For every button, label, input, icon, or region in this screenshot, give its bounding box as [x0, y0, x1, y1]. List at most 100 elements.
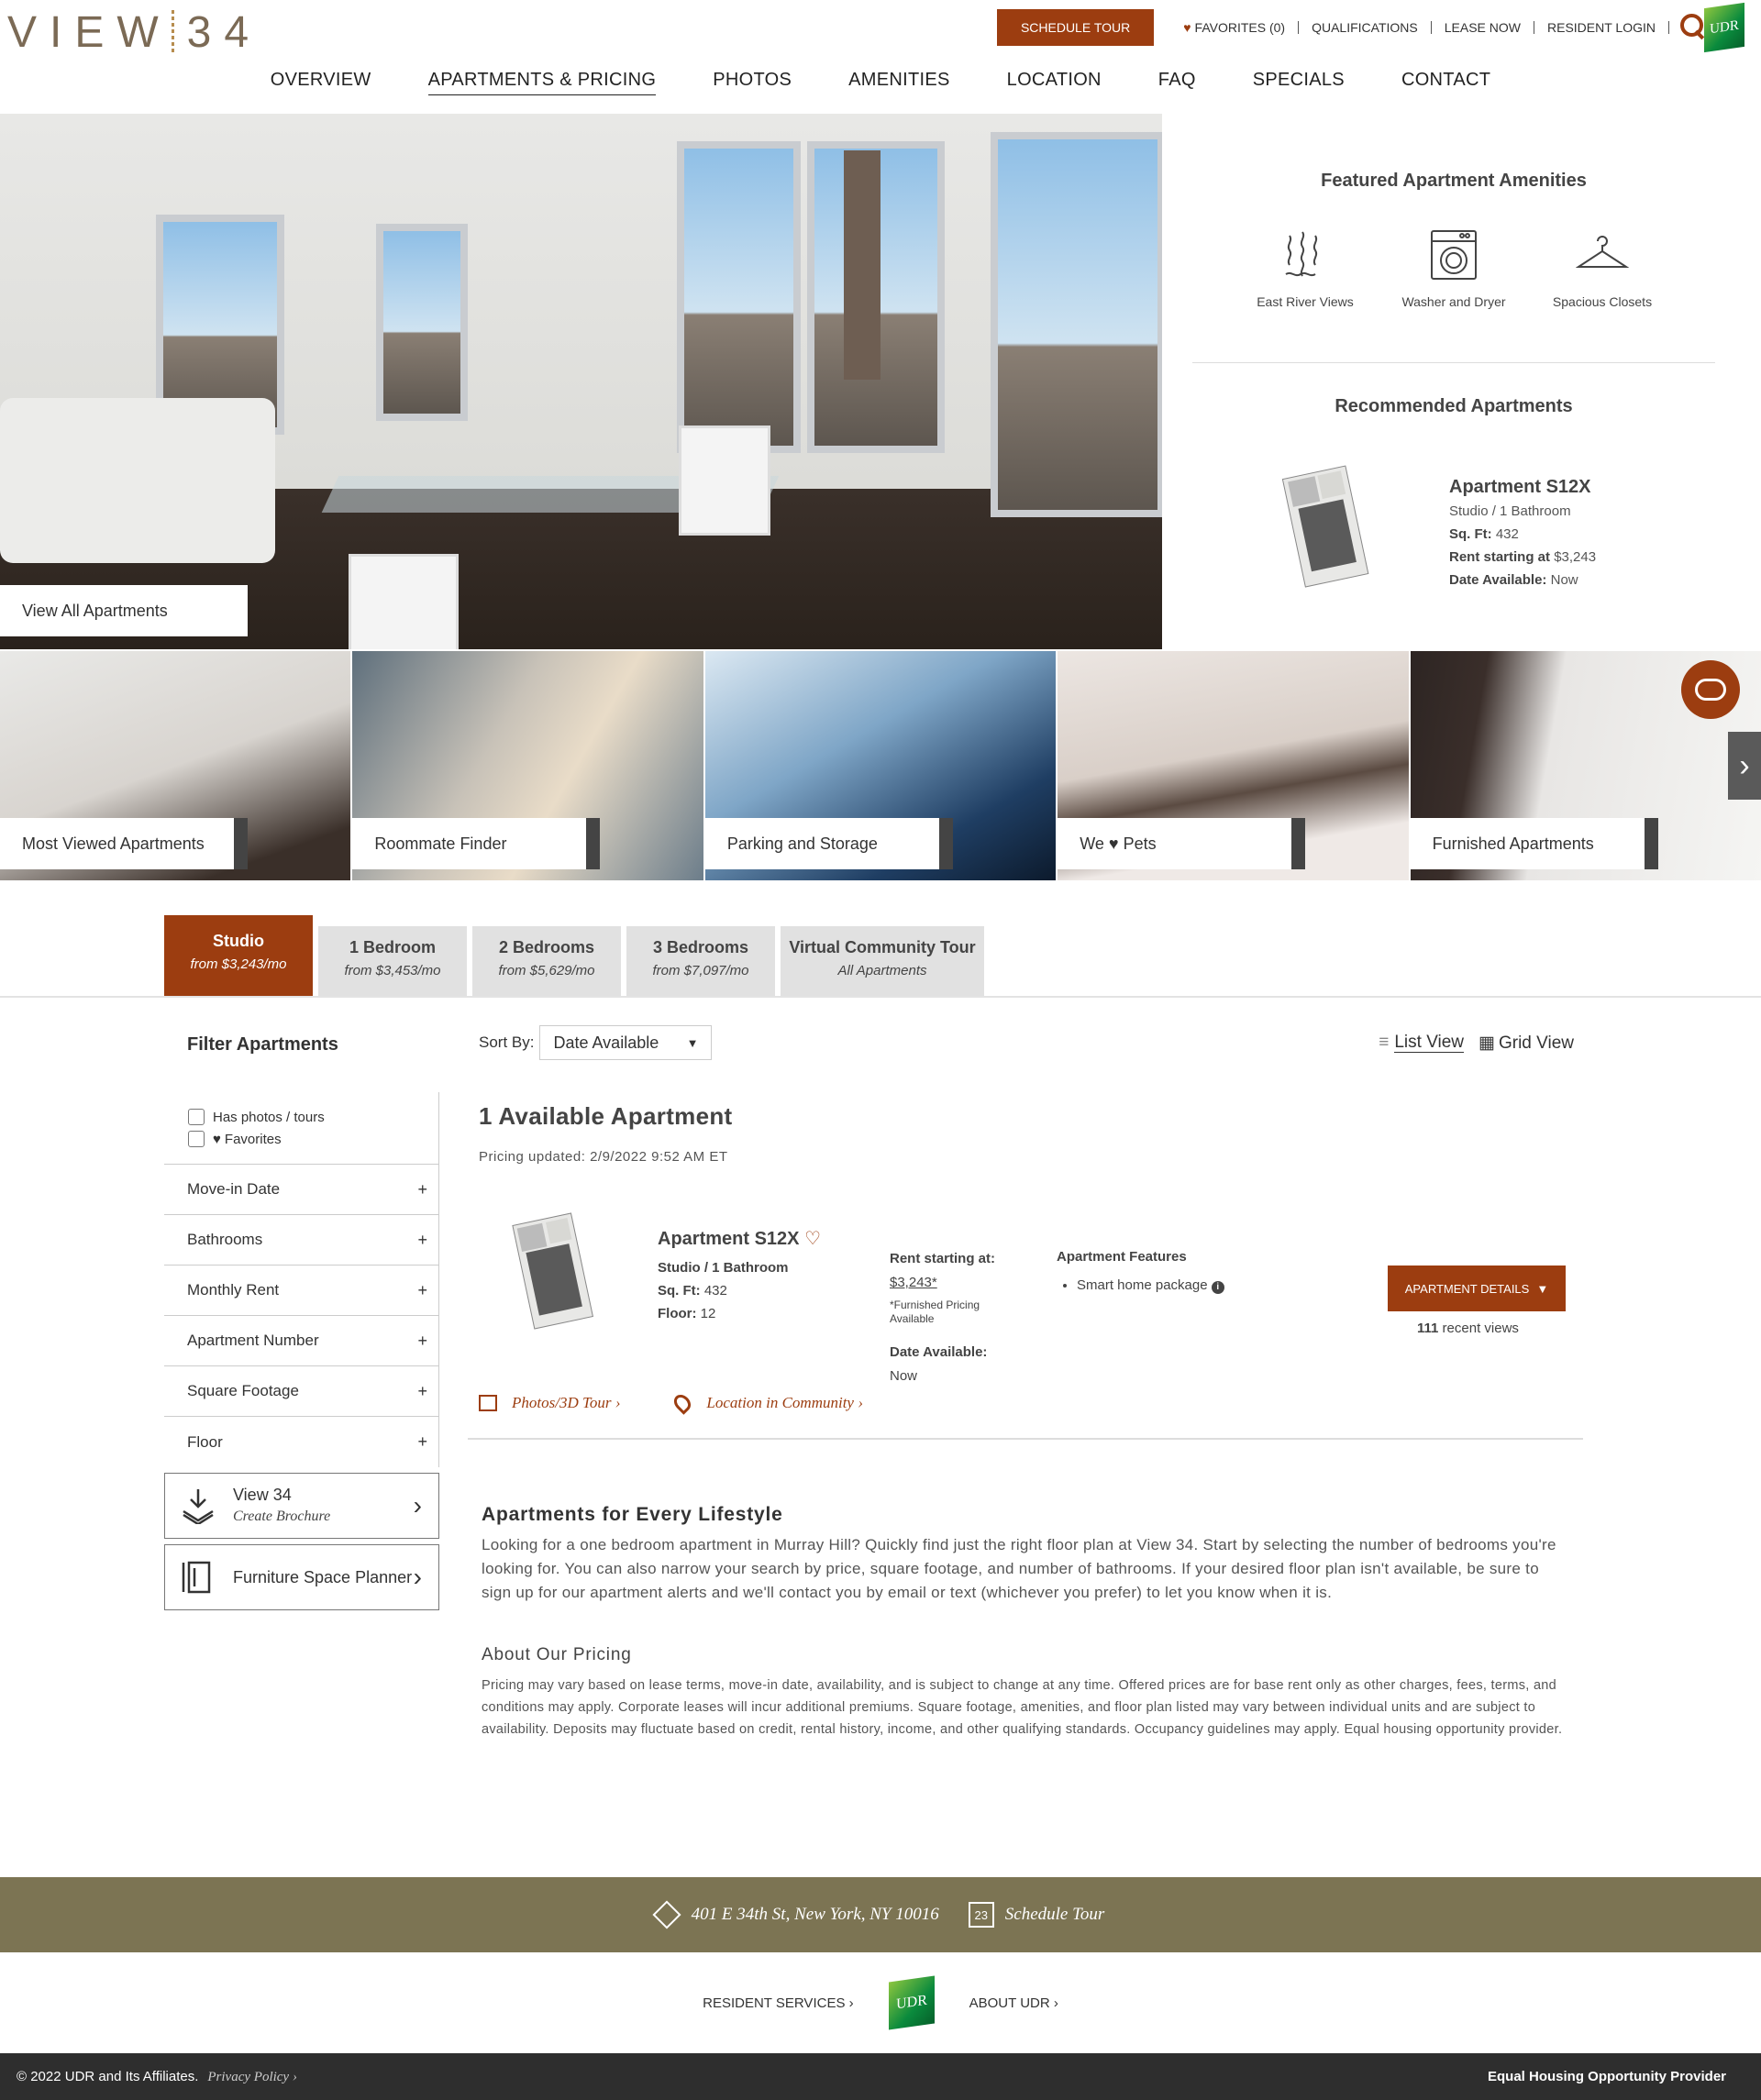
photos-checkbox-row[interactable]: Has photos / tours [188, 1109, 438, 1125]
udr-logo[interactable]: UDR [1704, 2, 1744, 53]
favorites-checkbox-row[interactable]: ♥ Favorites [188, 1131, 438, 1147]
apartment-name[interactable]: Apartment S12X ♡ [658, 1227, 821, 1250]
filter-checkboxes: Has photos / tours ♥ Favorites [164, 1092, 438, 1165]
chat-button[interactable] [1681, 660, 1740, 719]
details-label: APARTMENT DETAILS [1404, 1281, 1530, 1296]
tab-studio[interactable]: Studio from $3,243/mo [164, 915, 313, 996]
apartment-details-button[interactable]: APARTMENT DETAILS ▼ [1388, 1266, 1566, 1311]
nav-contact[interactable]: CONTACT [1401, 70, 1490, 95]
plus-icon: + [417, 1179, 427, 1199]
info-icon[interactable]: i [1211, 1281, 1224, 1294]
date-value: Now [890, 1368, 918, 1384]
tab-title: Virtual Community Tour [789, 938, 976, 956]
amenity-item: Washer and Dryer [1379, 228, 1528, 309]
sqft-label: Sq. Ft: [1449, 526, 1492, 542]
hero-chair [349, 554, 459, 649]
footer-udr-logo[interactable]: UDR [888, 1975, 935, 2030]
apartment-row: Apartment S12X ♡ Studio / 1 Bathroom Sq.… [468, 1192, 1583, 1440]
tab-3-bedrooms[interactable]: 3 Bedrooms from $7,097/mo [626, 926, 775, 996]
tab-price: All Apartments [837, 963, 927, 978]
plus-icon: + [417, 1331, 427, 1350]
tab-2-bedrooms[interactable]: 2 Bedrooms from $5,629/mo [472, 926, 621, 996]
nav-photos[interactable]: PHOTOS [713, 70, 792, 95]
schedule-tour-button[interactable]: SCHEDULE TOUR [996, 9, 1155, 46]
location-link[interactable]: Location in Community › [670, 1391, 863, 1415]
logo-divider [171, 10, 174, 54]
tab-virtual-tour[interactable]: Virtual Community Tour All Apartments [781, 926, 984, 996]
nav-overview[interactable]: OVERVIEW [271, 70, 371, 95]
favorites-checkbox[interactable] [188, 1131, 205, 1147]
schedule-text: Schedule Tour [1004, 1905, 1105, 1924]
heart-outline-icon[interactable]: ♡ [804, 1229, 821, 1249]
rent-value[interactable]: $3,243* [890, 1273, 1009, 1293]
download-tray-icon [183, 1489, 214, 1524]
rent-block: Rent starting at: $3,243* *Furnished Pri… [890, 1249, 1009, 1387]
chevron-right-icon: › [413, 1491, 422, 1520]
recommended-type: Studio / 1 Bathroom [1449, 503, 1571, 519]
nav-specials[interactable]: SPECIALS [1253, 70, 1345, 95]
resident-services-link[interactable]: RESIDENT SERVICES › [703, 1995, 854, 2011]
qualifications-link[interactable]: QUALIFICATIONS [1299, 21, 1432, 34]
floor-label: Floor: [658, 1306, 697, 1321]
filter-label: Apartment Number [187, 1332, 319, 1349]
recommended-apartment-card[interactable]: Apartment S12X Studio / 1 Bathroom Sq. F… [1192, 461, 1715, 591]
filter-floor[interactable]: Floor + [164, 1417, 438, 1467]
copyright: © 2022 UDR and Its Affiliates. Privacy Po… [17, 2069, 297, 2085]
tile-most-viewed[interactable]: Most Viewed Apartments [0, 651, 351, 880]
view-all-apartments-button[interactable]: View All Apartments [0, 585, 248, 636]
photos-checkbox[interactable] [188, 1109, 205, 1125]
recommended-sqft: Sq. Ft: 432 [1449, 523, 1596, 546]
resident-login-link[interactable]: RESIDENT LOGIN [1534, 21, 1669, 34]
plus-icon: + [417, 1381, 427, 1400]
floorplan-thumbnail[interactable] [504, 1210, 605, 1330]
tile-roommate-finder[interactable]: Roommate Finder [352, 651, 703, 880]
filter-monthly-rent[interactable]: Monthly Rent + [164, 1266, 438, 1316]
filter-move-in-date[interactable]: Move-in Date + [164, 1165, 438, 1215]
view34-logo[interactable]: VIEW 34 [7, 8, 261, 57]
list-view-toggle[interactable]: ≡ List View [1379, 1033, 1465, 1054]
recommended-rent: Rent starting at $3,243 [1449, 546, 1596, 569]
lease-now-link[interactable]: LEASE NOW [1432, 21, 1534, 34]
panel-divider [1192, 362, 1715, 363]
tile-label: Most Viewed Apartments [0, 818, 248, 869]
tab-1-bedroom[interactable]: 1 Bedroom from $3,453/mo [318, 926, 467, 996]
sort-select[interactable]: Date Available ▼ [539, 1025, 713, 1060]
tile-pets[interactable]: We ♥ Pets [1058, 651, 1409, 880]
hero-skyscraper [844, 150, 880, 380]
amenity-list: East River Views Washer and Dryer Spacio… [1192, 228, 1715, 309]
nav-location[interactable]: LOCATION [1007, 70, 1102, 95]
search-icon[interactable] [1677, 12, 1708, 43]
equal-housing-text: Equal Housing Opportunity Provider [1487, 2069, 1726, 2084]
filter-square-footage[interactable]: Square Footage + [164, 1366, 438, 1417]
feature-tiles: Most Viewed Apartments Roommate Finder P… [0, 651, 1761, 880]
sqft-value: 432 [1495, 526, 1519, 542]
photos-tour-link[interactable]: Photos/3D Tour › [479, 1394, 620, 1412]
tab-title: 2 Bedrooms [498, 938, 595, 956]
recommended-name[interactable]: Apartment S12X [1449, 474, 1596, 500]
date-label: Date Available: [1449, 572, 1547, 588]
lifestyle-heading: Apartments for Every Lifestyle [482, 1504, 783, 1525]
nav-apartments-pricing[interactable]: APARTMENTS & PRICING [427, 70, 657, 95]
footer-schedule-tour-link[interactable]: 23 Schedule Tour [968, 1902, 1105, 1928]
create-brochure-button[interactable]: View 34 Create Brochure › [164, 1473, 439, 1539]
carousel-next-button[interactable]: › [1728, 732, 1761, 800]
favorites-link[interactable]: ♥ FAVORITES (0) [1170, 21, 1300, 34]
filter-apartment-number[interactable]: Apartment Number + [164, 1316, 438, 1366]
nav-faq[interactable]: FAQ [1158, 70, 1196, 95]
recent-views: 111 recent views [1417, 1321, 1519, 1336]
chat-icon [1695, 679, 1726, 701]
filter-label: Monthly Rent [187, 1281, 280, 1299]
furniture-planner-button[interactable]: Furniture Space Planner › [164, 1544, 439, 1610]
tab-price: from $3,453/mo [344, 963, 441, 978]
hanger-icon [1576, 236, 1629, 268]
nav-amenities[interactable]: AMENITIES [848, 70, 950, 95]
address-link[interactable]: 401 E 34th St, New York, NY 10016 [652, 1900, 939, 1929]
amenity-label: East River Views [1257, 294, 1354, 309]
apartment-name-text: Apartment S12X [658, 1229, 800, 1249]
privacy-policy-link[interactable]: Privacy Policy › [207, 2070, 296, 2084]
filter-bathrooms[interactable]: Bathrooms + [164, 1215, 438, 1266]
heart-icon: ♥ [213, 1131, 221, 1147]
tile-parking-storage[interactable]: Parking and Storage [704, 651, 1057, 880]
about-udr-link[interactable]: ABOUT UDR › [969, 1995, 1058, 2011]
grid-view-toggle[interactable]: ▦ Grid View [1479, 1033, 1574, 1054]
